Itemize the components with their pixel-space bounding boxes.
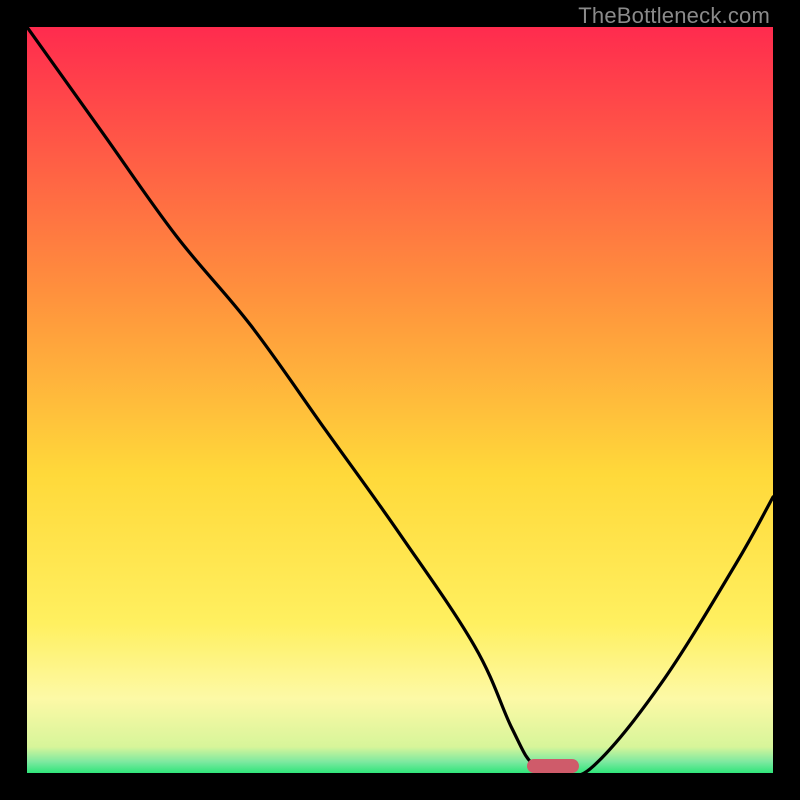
optimal-marker <box>527 759 579 773</box>
watermark-text: TheBottleneck.com <box>578 3 770 29</box>
chart-frame: TheBottleneck.com <box>0 0 800 800</box>
bottleneck-curve <box>27 27 773 773</box>
plot-area <box>27 27 773 773</box>
